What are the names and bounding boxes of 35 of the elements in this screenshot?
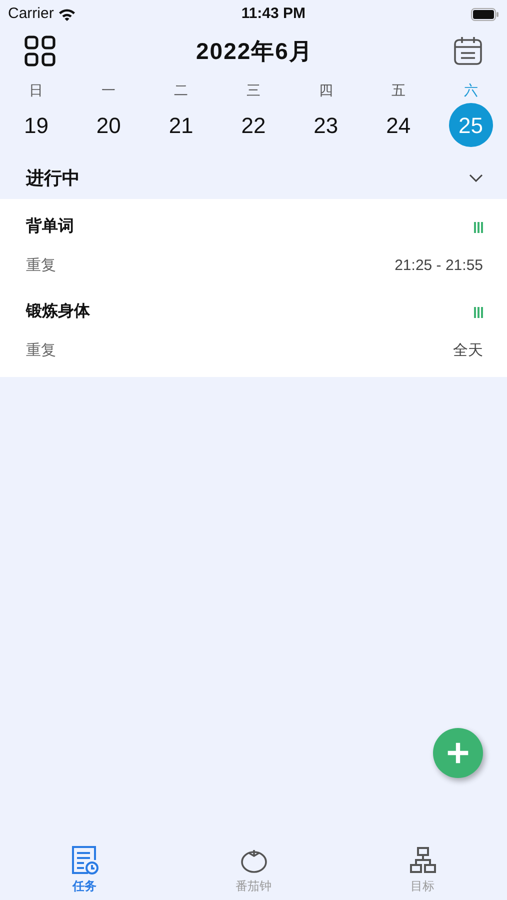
- grid-menu-icon[interactable]: [24, 35, 56, 67]
- carrier-label: Carrier: [8, 4, 54, 24]
- time-range: 21:25 - 21:55: [394, 256, 483, 276]
- task-list-icon: [70, 845, 98, 875]
- add-button[interactable]: [433, 728, 483, 778]
- priority-icon: [474, 306, 483, 318]
- tab-button[interactable]: 任务: [0, 845, 169, 895]
- priority-icon: [474, 222, 483, 232]
- date-cell[interactable]: 19: [14, 103, 58, 147]
- date-cell[interactable]: 22: [231, 103, 276, 147]
- date-cell[interactable]: 20: [86, 103, 131, 147]
- time-range: 全天: [453, 341, 483, 361]
- battery-icon: [471, 8, 499, 20]
- hierarchy-icon: [410, 845, 436, 875]
- weekday-label: 五: [390, 81, 406, 100]
- weekday-label: 四: [318, 81, 334, 100]
- task-title[interactable]: 背单词: [26, 215, 74, 239]
- date-cell[interactable]: 21: [159, 103, 204, 147]
- repeat-label: 重复: [26, 256, 56, 276]
- month-title: 2022年6月: [196, 36, 313, 66]
- plus-icon: [446, 741, 470, 765]
- weekday-label: 六: [462, 81, 479, 100]
- weekday-label: 一: [100, 81, 117, 100]
- date-cell[interactable]: 23: [304, 103, 348, 147]
- weekday-label: 日: [28, 81, 44, 100]
- date-cell[interactable]: 24: [376, 103, 420, 147]
- section-title: 进行中: [26, 166, 80, 190]
- status-time: 11:43 PM: [241, 4, 306, 24]
- wifi-icon: [58, 8, 76, 20]
- chevron-icon[interactable]: [469, 174, 483, 182]
- calendar-icon[interactable]: [453, 36, 483, 66]
- weekday-label: 二: [173, 81, 190, 100]
- weekday-label: 三: [245, 81, 262, 100]
- task-title[interactable]: 锻炼身体: [26, 300, 90, 324]
- repeat-label: 重复: [26, 341, 56, 361]
